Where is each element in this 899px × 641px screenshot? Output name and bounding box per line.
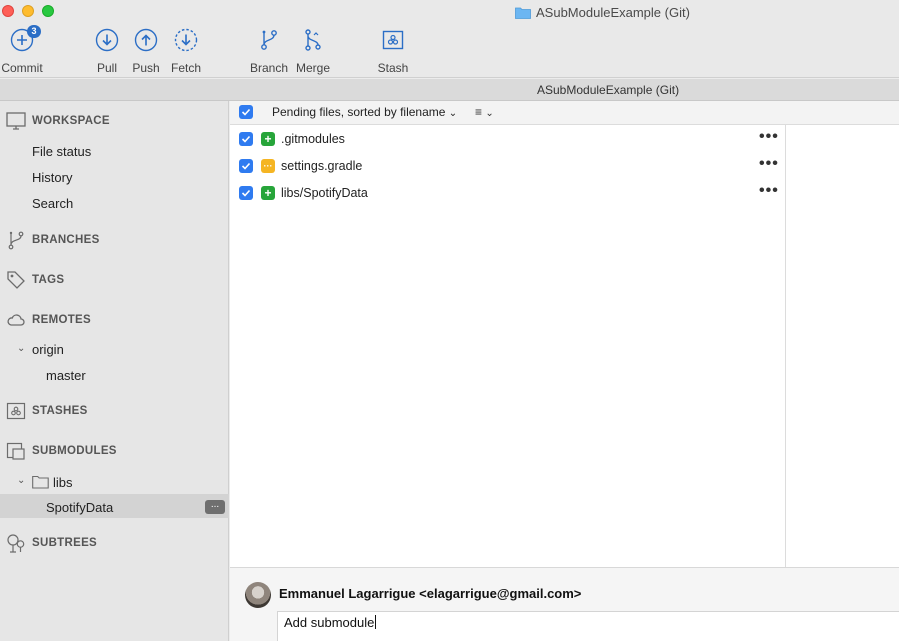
file-name: libs/SpotifyData <box>281 186 368 200</box>
commit-message-text: Add submodule <box>284 615 377 630</box>
commit-message-input[interactable]: Add submodule <box>277 611 899 641</box>
commit-button[interactable]: 3 Commit <box>0 25 47 75</box>
sidebar-item-origin[interactable]: origin <box>32 342 64 357</box>
subtree-icon <box>6 533 26 553</box>
stash-button[interactable]: Stash <box>368 28 418 75</box>
file-row[interactable]: + .gitmodules ••• <box>230 127 786 151</box>
zoom-window-button[interactable] <box>42 5 54 17</box>
file-checkbox[interactable] <box>239 186 253 200</box>
sidebar-section-title: BRANCHES <box>32 234 100 246</box>
modified-status-icon: ··· <box>261 159 275 173</box>
file-row[interactable]: ··· settings.gradle ••• <box>230 154 786 178</box>
pending-files-header: Pending files, sorted by filename ⌄ ≡ ⌄ <box>230 101 899 125</box>
folder-icon <box>515 6 531 19</box>
main-panel: Pending files, sorted by filename ⌄ ≡ ⌄ … <box>230 101 899 641</box>
commit-message-value: Add submodule <box>284 615 375 630</box>
row-actions-button[interactable]: ••• <box>759 182 779 200</box>
merge-label: Merge <box>295 61 330 75</box>
sidebar-section-title: SUBMODULES <box>32 445 117 457</box>
sidebar-section-remotes[interactable]: REMOTES <box>0 309 229 331</box>
branch-icon <box>257 28 281 52</box>
branch-label: Branch <box>249 61 289 75</box>
sidebar-item-master[interactable]: master <box>46 368 86 383</box>
chevron-down-icon: ⌄ <box>485 108 494 119</box>
monitor-icon <box>6 111 26 131</box>
chevron-down-icon: ⌄ <box>448 108 458 119</box>
commit-author: Emmanuel Lagarrigue <elagarrigue@gmail.c… <box>279 586 582 601</box>
submodule-icon <box>6 441 26 461</box>
fetch-label: Fetch <box>170 61 201 75</box>
sort-dropdown-label: Pending files, sorted by filename <box>272 105 446 119</box>
fetch-button[interactable]: Fetch <box>161 28 211 75</box>
repo-tab-label: ASubModuleExample (Git) <box>537 83 680 97</box>
sidebar-section-title: TAGS <box>32 274 65 286</box>
window-title-text: ASubModuleExample (Git) <box>536 4 690 20</box>
more-options-button[interactable]: ... <box>205 500 225 514</box>
branch-icon <box>6 230 26 250</box>
file-name: settings.gradle <box>281 159 363 173</box>
sidebar-section-submodules[interactable]: SUBMODULES <box>0 440 229 462</box>
view-mode-dropdown[interactable]: ≡ ⌄ <box>475 105 494 119</box>
sidebar-item-label: SpotifyData <box>46 500 114 515</box>
sidebar-item-history[interactable]: History <box>32 170 72 185</box>
file-row[interactable]: + libs/SpotifyData ••• <box>230 181 786 205</box>
file-checkbox[interactable] <box>239 132 253 146</box>
chevron-down-icon[interactable]: ⌄ <box>17 475 25 486</box>
sidebar: WORKSPACE File status History Search BRA… <box>0 101 229 641</box>
sidebar-section-tags[interactable]: TAGS <box>0 269 229 291</box>
merge-button[interactable]: Merge <box>288 28 338 75</box>
tag-icon <box>6 270 26 290</box>
minimize-window-button[interactable] <box>22 5 34 17</box>
sidebar-section-stashes[interactable]: STASHES <box>0 400 229 422</box>
row-actions-button[interactable]: ••• <box>759 128 779 146</box>
cloud-icon <box>6 310 26 330</box>
sidebar-section-title: STASHES <box>32 405 88 417</box>
push-label: Push <box>132 61 160 75</box>
sort-dropdown[interactable]: Pending files, sorted by filename ⌄ <box>272 105 457 119</box>
file-name: .gitmodules <box>281 132 345 146</box>
repo-tab[interactable]: ASubModuleExample (Git) <box>0 79 899 101</box>
sidebar-section-title: SUBTREES <box>32 537 98 549</box>
commit-count-badge: 3 <box>27 25 41 38</box>
commit-area: Emmanuel Lagarrigue <elagarrigue@gmail.c… <box>230 567 899 641</box>
commit-icon: 3 <box>10 25 41 52</box>
text-caret <box>375 615 377 629</box>
stash-label: Stash <box>377 61 409 75</box>
window-title: ASubModuleExample (Git) <box>515 4 690 20</box>
push-icon <box>134 28 158 52</box>
close-window-button[interactable] <box>2 5 14 17</box>
pull-label: Pull <box>96 61 117 75</box>
pull-icon <box>95 28 119 52</box>
sidebar-section-workspace[interactable]: WORKSPACE <box>0 110 229 132</box>
sidebar-item-search[interactable]: Search <box>32 196 73 211</box>
row-actions-button[interactable]: ••• <box>759 155 779 173</box>
list-icon: ≡ <box>475 105 483 119</box>
commit-label: Commit <box>1 61 43 75</box>
folder-icon <box>32 475 49 492</box>
sidebar-section-subtrees[interactable]: SUBTREES <box>0 532 229 554</box>
sidebar-section-title: REMOTES <box>32 314 91 326</box>
added-status-icon: + <box>261 186 275 200</box>
title-bar: ASubModuleExample (Git) 3 Commit Pull Pu… <box>0 0 899 78</box>
chevron-down-icon[interactable]: ⌄ <box>17 343 25 354</box>
merge-icon <box>301 28 325 52</box>
stash-icon <box>6 401 26 421</box>
sidebar-item-libs[interactable]: libs <box>53 475 73 490</box>
fetch-icon <box>174 28 198 52</box>
branch-button[interactable]: Branch <box>244 28 294 75</box>
sidebar-section-title: WORKSPACE <box>32 115 110 127</box>
avatar <box>245 582 271 608</box>
sidebar-section-branches[interactable]: BRANCHES <box>0 229 229 251</box>
select-all-checkbox[interactable] <box>239 105 253 119</box>
sidebar-item-file-status[interactable]: File status <box>32 144 91 159</box>
stash-icon <box>381 28 405 52</box>
file-checkbox[interactable] <box>239 159 253 173</box>
diff-pane <box>786 125 899 567</box>
added-status-icon: + <box>261 132 275 146</box>
sidebar-item-spotifydata[interactable] <box>0 494 229 518</box>
